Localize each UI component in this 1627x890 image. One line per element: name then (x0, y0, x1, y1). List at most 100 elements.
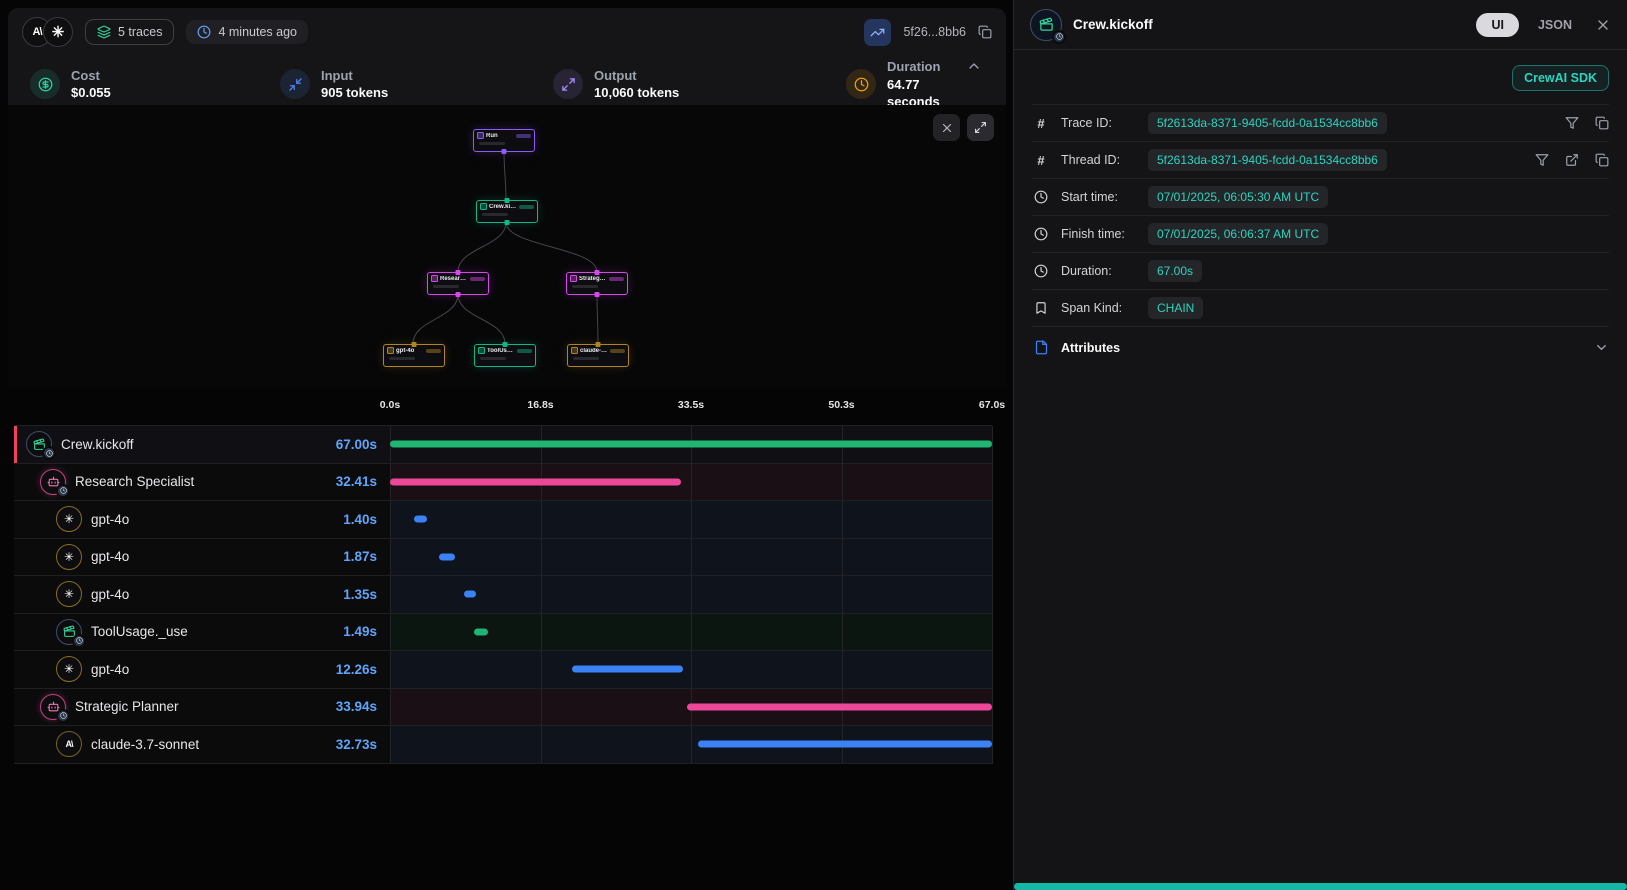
span-bar-cell[interactable] (390, 426, 992, 463)
trace-summary-card: A\ ✳ 5 traces 4 minutes ago 5f26...8bb6 … (8, 8, 1006, 105)
timeline-row-gpt-4o[interactable]: ✳gpt-4o1.87s (14, 539, 992, 577)
collapse-stats-chevron-up-icon[interactable] (966, 58, 982, 74)
graph-node-toolusage-use[interactable]: ToolUsage._use (474, 344, 536, 367)
timeline-row-gpt-4o[interactable]: ✳gpt-4o1.40s (14, 501, 992, 539)
copy-icon[interactable] (1595, 116, 1609, 130)
span-duration-bar[interactable] (414, 516, 427, 523)
field-value[interactable]: 07/01/2025, 06:06:37 AM UTC (1148, 223, 1328, 245)
timeline-row-gpt-4o[interactable]: ✳gpt-4o12.26s (14, 651, 992, 689)
span-bar-cell[interactable] (390, 464, 992, 501)
graph-expand-button[interactable] (967, 114, 994, 141)
node-badge (610, 349, 625, 353)
traces-count-badge[interactable]: 5 traces (85, 19, 174, 45)
chevron-down-icon[interactable] (1594, 340, 1609, 355)
node-port-icon (412, 342, 417, 347)
panel-scrollbar[interactable] (1014, 883, 1627, 890)
tab-ui[interactable]: UI (1476, 13, 1519, 37)
field-value[interactable]: 07/01/2025, 06:05:30 AM UTC (1148, 186, 1328, 208)
agent-robot-icon (40, 694, 66, 720)
node-title: claude-3.7-sonnet (580, 348, 608, 354)
stat-label: Duration (887, 58, 966, 76)
trace-metrics-button[interactable] (864, 19, 891, 46)
span-bar-cell[interactable] (390, 651, 992, 688)
stat-output: Output10,060 tokens (553, 67, 846, 102)
attributes-label: Attributes (1061, 341, 1120, 355)
span-bar-cell[interactable] (390, 501, 992, 538)
clock-subbadge-icon (56, 484, 70, 498)
copy-trace-id-button[interactable] (978, 25, 992, 39)
field-value[interactable]: 5f2613da-8371-9405-fcdd-0a1534cc8bb6 (1148, 112, 1387, 134)
graph-node-claude-3-7-sonnet[interactable]: claude-3.7-sonnet (567, 344, 629, 367)
clock-subbadge-icon (42, 446, 56, 460)
stat-value: 905 tokens (321, 84, 388, 102)
node-type-icon (477, 132, 484, 139)
filter-icon[interactable] (1565, 116, 1579, 130)
timeline-row-strategic-planner[interactable]: Strategic Planner33.94s (14, 689, 992, 727)
trace-graph-canvas[interactable]: Run Crew.kickoff Research Specialist Strate… (8, 105, 1006, 387)
span-duration-bar[interactable] (390, 441, 992, 448)
field-value[interactable]: 5f2613da-8371-9405-fcdd-0a1534cc8bb6 (1148, 149, 1387, 171)
timeline-row-crew-kickoff[interactable]: Crew.kickoff67.00s (14, 426, 992, 464)
clock-subbadge-icon (1052, 30, 1066, 44)
span-name-cell[interactable]: ToolUsage._use1.49s (14, 614, 390, 651)
node-subtitle (573, 357, 599, 360)
tab-json[interactable]: JSON (1530, 13, 1580, 37)
hash-icon: # (1032, 116, 1050, 131)
node-port-icon (505, 220, 510, 225)
span-bar-cell[interactable] (390, 726, 992, 763)
graph-node-crew-kickoff[interactable]: Crew.kickoff (476, 200, 538, 223)
span-name-cell[interactable]: Research Specialist32.41s (14, 464, 390, 501)
trace-age-badge: 4 minutes ago (186, 20, 308, 44)
filter-icon[interactable] (1535, 153, 1549, 167)
span-duration-bar[interactable] (572, 666, 682, 673)
external-link-icon[interactable] (1565, 153, 1579, 167)
graph-node-strategic-planner[interactable]: Strategic Planner (566, 272, 628, 295)
panel-close-icon[interactable] (1595, 17, 1611, 33)
span-duration-bar[interactable] (390, 478, 681, 485)
span-name-cell[interactable]: ✳gpt-4o12.26s (14, 651, 390, 688)
field-value[interactable]: 67.00s (1148, 260, 1202, 282)
span-duration-bar[interactable] (464, 591, 476, 598)
timeline-row-toolusage-use[interactable]: ToolUsage._use1.49s (14, 614, 992, 652)
span-bar-cell[interactable] (390, 539, 992, 576)
field-label: Duration: (1061, 264, 1137, 278)
span-bar-cell[interactable] (390, 576, 992, 613)
span-name-cell[interactable]: ✳gpt-4o1.87s (14, 539, 390, 576)
span-duration: 67.00s (336, 437, 390, 452)
span-duration-bar[interactable] (687, 703, 992, 710)
timeline-row-research-specialist[interactable]: Research Specialist32.41s (14, 464, 992, 502)
span-name-cell[interactable]: Crew.kickoff67.00s (14, 426, 390, 463)
openai-logo-icon: ✳ (56, 506, 82, 532)
span-duration-bar[interactable] (474, 628, 487, 635)
span-bar-cell[interactable] (390, 689, 992, 726)
span-name-cell[interactable]: Strategic Planner33.94s (14, 689, 390, 726)
timeline-row-claude-3-7-sonnet[interactable]: A\claude-3.7-sonnet32.73s (14, 726, 992, 764)
timeline-row-gpt-4o[interactable]: ✳gpt-4o1.35s (14, 576, 992, 614)
trace-age-label: 4 minutes ago (218, 25, 297, 39)
attributes-section-toggle[interactable]: Attributes (1032, 326, 1609, 368)
graph-node-gpt-4o[interactable]: gpt-4o (383, 344, 445, 367)
field-actions (1565, 116, 1609, 130)
provider-avatars: A\ ✳ (22, 17, 73, 47)
graph-node-research-specialist[interactable]: Research Specialist (427, 272, 489, 295)
node-subtitle (479, 142, 505, 145)
span-name-cell[interactable]: ✳gpt-4o1.40s (14, 501, 390, 538)
span-duration-bar[interactable] (439, 553, 456, 560)
trace-short-id: 5f26...8bb6 (903, 25, 966, 39)
graph-node-run[interactable]: Run (473, 129, 535, 152)
field-row-trace-id-: #Trace ID:5f2613da-8371-9405-fcdd-0a1534… (1032, 104, 1609, 141)
trace-header-bar: A\ ✳ 5 traces 4 minutes ago 5f26...8bb6 (8, 8, 1006, 56)
span-name-cell[interactable]: A\claude-3.7-sonnet32.73s (14, 726, 390, 763)
node-type-icon (387, 347, 394, 354)
node-subtitle (389, 357, 415, 360)
trace-main-area: A\ ✳ 5 traces 4 minutes ago 5f26...8bb6 … (0, 0, 1014, 890)
graph-close-button[interactable] (933, 114, 960, 141)
copy-icon[interactable] (1595, 153, 1609, 167)
node-type-icon (480, 203, 487, 210)
node-badge (609, 277, 624, 281)
span-duration-bar[interactable] (698, 741, 992, 748)
node-title: ToolUsage._use (487, 348, 515, 354)
span-bar-cell[interactable] (390, 614, 992, 651)
field-value[interactable]: CHAIN (1148, 297, 1203, 319)
span-name-cell[interactable]: ✳gpt-4o1.35s (14, 576, 390, 613)
